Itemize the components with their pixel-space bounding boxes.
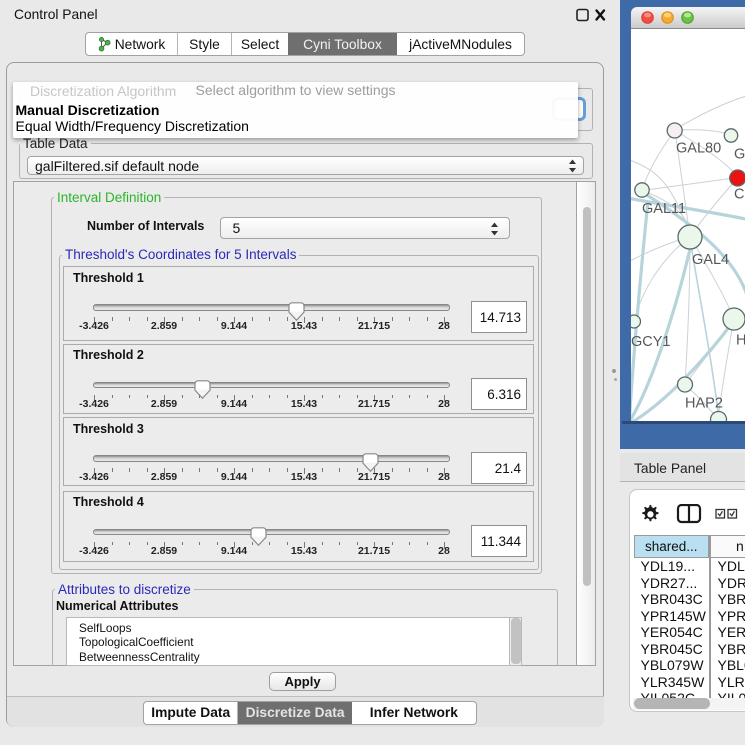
svg-text:GAL80: GAL80: [676, 140, 721, 156]
svg-text:C: C: [734, 186, 744, 202]
svg-text:GCY1: GCY1: [631, 334, 671, 350]
svg-text:HAP2: HAP2: [685, 395, 723, 411]
svg-text:GA: GA: [734, 146, 745, 162]
svg-text:GAL4: GAL4: [692, 252, 729, 268]
svg-text:H: H: [736, 332, 745, 348]
svg-text:GAL11: GAL11: [642, 201, 686, 217]
